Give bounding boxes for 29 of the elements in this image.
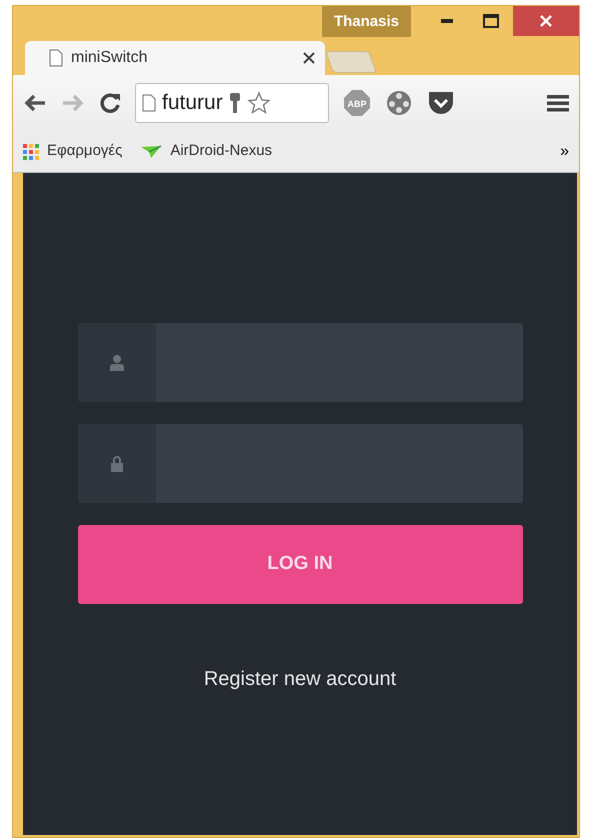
close-icon (539, 14, 553, 28)
register-link[interactable]: Register new account (204, 664, 396, 694)
reload-button[interactable] (99, 92, 121, 114)
back-button[interactable] (23, 93, 47, 113)
close-button[interactable] (513, 6, 579, 36)
maximize-icon (483, 14, 499, 28)
star-icon[interactable] (246, 91, 271, 115)
menu-button[interactable] (547, 93, 569, 113)
lock-icon (110, 456, 122, 472)
film-reel-icon[interactable] (385, 89, 413, 117)
user-name: Thanasis (322, 6, 411, 37)
tab-title: miniSwitch (71, 48, 148, 68)
key-icon[interactable] (228, 92, 241, 114)
address-bar[interactable]: futurur (135, 83, 329, 123)
minimize-icon (441, 19, 453, 23)
bookmark[interactable]: AirDroid-Nexus (140, 140, 272, 163)
user-icon (110, 354, 124, 370)
bookmarks-overflow-button[interactable]: » (560, 140, 569, 164)
address-text: futurur (162, 90, 223, 116)
pocket-icon[interactable] (427, 90, 455, 116)
close-icon[interactable] (303, 52, 315, 64)
page-icon (49, 49, 63, 67)
page-icon (142, 94, 156, 112)
username-field[interactable] (78, 323, 522, 402)
bookmark[interactable]: Εφαρμογές (23, 140, 122, 163)
apps-grid-icon (23, 144, 39, 160)
browser-tab[interactable]: miniSwitch (25, 41, 325, 75)
password-field[interactable] (78, 424, 522, 503)
paper-plane-icon (140, 144, 162, 158)
